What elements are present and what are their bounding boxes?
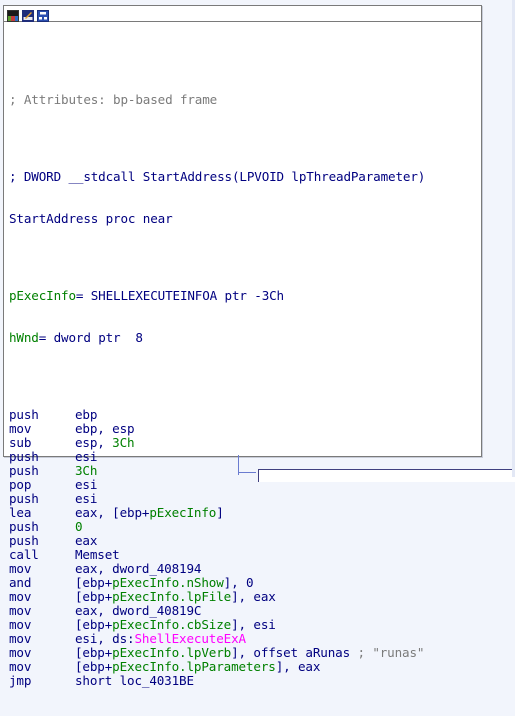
disassembly-listing: ; Attributes: bp-based frame ; DWORD __s… — [9, 65, 481, 716]
graph-view-icon[interactable] — [37, 7, 49, 22]
instruction-line[interactable]: push esi — [9, 492, 481, 506]
instruction-line[interactable]: push 0 — [9, 520, 481, 534]
instruction-mnemonic: mov — [9, 631, 32, 646]
operand-text: esi, ds: — [75, 631, 135, 646]
operand-text: ebp, esp — [75, 421, 135, 436]
operand-variable[interactable]: 0 — [75, 519, 83, 534]
attributes-comment: ; Attributes: bp-based frame — [9, 92, 218, 107]
operand-text: esi — [75, 477, 98, 492]
instruction-line[interactable]: mov ebp, esp — [9, 422, 481, 436]
instruction-mnemonic: push — [9, 533, 39, 548]
instruction-mnemonic: lea — [9, 505, 32, 520]
local-var-type: = SHELLEXECUTEINFOA ptr -3Ch — [75, 288, 284, 303]
operand-text: esp, — [75, 435, 113, 450]
operand-variable[interactable]: pExecInfo.nShow — [112, 575, 224, 590]
operand-text: [ebp+ — [75, 575, 113, 590]
local-var-name[interactable]: hWnd — [9, 330, 39, 345]
operand-variable[interactable]: pExecInfo.lpFile — [112, 589, 231, 604]
instruction-line[interactable]: push esi — [9, 450, 481, 464]
instruction-mnemonic: mov — [9, 617, 32, 632]
operand-variable[interactable]: pExecInfo — [149, 505, 216, 520]
operand-text: short loc_4031BE — [75, 673, 194, 688]
instruction-mnemonic: mov — [9, 561, 32, 576]
instruction-line[interactable]: mov esi, ds:ShellExecuteExA — [9, 632, 481, 646]
flow-edge-arrow — [238, 472, 256, 473]
instruction-mnemonic: mov — [9, 645, 32, 660]
prototype-comment: ; DWORD __stdcall StartAddress(LPVOID lp… — [9, 169, 426, 184]
instruction-line[interactable]: mov eax, dword_40819C — [9, 604, 481, 618]
operand-text: esi — [75, 449, 98, 464]
operand-text: eax, dword_408194 — [75, 561, 202, 576]
instruction-mnemonic: mov — [9, 659, 32, 674]
operand-variable[interactable]: pExecInfo.lpParameters — [112, 659, 276, 674]
instruction-mnemonic: push — [9, 449, 39, 464]
instruction-line[interactable]: lea eax, [ebp+pExecInfo] — [9, 506, 481, 520]
instruction-line[interactable]: mov [ebp+pExecInfo.lpVerb], offset aRunas… — [9, 646, 481, 660]
instruction-mnemonic: sub — [9, 435, 32, 450]
operand-variable[interactable]: pExecInfo.lpVerb — [112, 645, 231, 660]
local-var-name[interactable]: pExecInfo — [9, 288, 76, 303]
operand-text: [ebp+ — [75, 617, 113, 632]
instruction-line[interactable]: sub esp, 3Ch — [9, 436, 481, 450]
operand-text: ], eax — [275, 659, 321, 674]
instruction-mnemonic: push — [9, 407, 39, 422]
instruction-mnemonic: pop — [9, 477, 32, 492]
operand-variable[interactable]: 3Ch — [75, 463, 97, 478]
operand-text: eax, [ebp+ — [75, 505, 150, 520]
operand-text: Memset — [75, 547, 120, 562]
operand-text: eax — [75, 533, 98, 548]
rename-pencil-icon[interactable] — [22, 7, 34, 22]
instruction-line[interactable]: mov [ebp+pExecInfo.lpParameters], eax — [9, 660, 481, 674]
code-block-node[interactable]: ; Attributes: bp-based frame ; DWORD __s… — [3, 5, 482, 688]
local-var-line[interactable]: hWnd= dword ptr 8 — [9, 331, 481, 345]
instruction-line[interactable]: call Memset — [9, 548, 481, 562]
operand-text: [ebp+ — [75, 645, 113, 660]
operand-text: [ebp+ — [75, 659, 113, 674]
operand-variable[interactable]: pExecInfo.cbSize — [112, 617, 231, 632]
operand-text: [ebp+ — [75, 589, 113, 604]
instruction-mnemonic: call — [9, 547, 39, 562]
operand-import[interactable]: ShellExecuteExA — [134, 631, 246, 646]
instruction-mnemonic: and — [9, 575, 32, 590]
instruction-mnemonic: push — [9, 519, 39, 534]
operand-text: esi — [75, 491, 98, 506]
instruction-line[interactable]: jmp short loc_4031BE — [9, 674, 481, 688]
instruction-line[interactable]: mov [ebp+pExecInfo.cbSize], esi — [9, 618, 481, 632]
operand-comment[interactable]: ; "runas" — [357, 645, 424, 660]
color-palette-icon[interactable] — [7, 7, 19, 22]
instruction-list: push ebp mov ebp, esp sub esp, 3Ch push esi push… — [9, 408, 481, 688]
operand-text: ], esi — [231, 617, 276, 632]
operand-text: ], eax — [231, 589, 276, 604]
proc-declaration[interactable]: StartAddress proc near — [9, 212, 481, 226]
instruction-mnemonic: mov — [9, 589, 32, 604]
instruction-line[interactable]: mov eax, dword_408194 — [9, 562, 481, 576]
instruction-line[interactable]: and [ebp+pExecInfo.nShow], 0 — [9, 576, 481, 590]
instruction-mnemonic: mov — [9, 603, 32, 618]
operand-variable[interactable]: 3Ch — [112, 435, 134, 450]
local-var-type: = dword ptr 8 — [38, 330, 143, 345]
instruction-mnemonic: push — [9, 463, 39, 478]
instruction-mnemonic: mov — [9, 421, 32, 436]
node-titlebar — [4, 6, 481, 22]
instruction-line[interactable]: push ebp — [9, 408, 481, 422]
operand-text: ], 0 — [223, 575, 254, 590]
next-code-block-node[interactable] — [258, 469, 515, 482]
instruction-mnemonic: push — [9, 491, 39, 506]
instruction-line[interactable]: push eax — [9, 534, 481, 548]
operand-text: ], offset aRunas — [231, 645, 358, 660]
instruction-line[interactable]: mov [ebp+pExecInfo.lpFile], eax — [9, 590, 481, 604]
operand-text: eax, dword_40819C — [75, 603, 202, 618]
local-var-line[interactable]: pExecInfo= SHELLEXECUTEINFOA ptr -3Ch — [9, 289, 481, 303]
instruction-mnemonic: jmp — [9, 673, 32, 688]
operand-text: ebp — [75, 407, 98, 422]
operand-text: ] — [216, 505, 224, 520]
